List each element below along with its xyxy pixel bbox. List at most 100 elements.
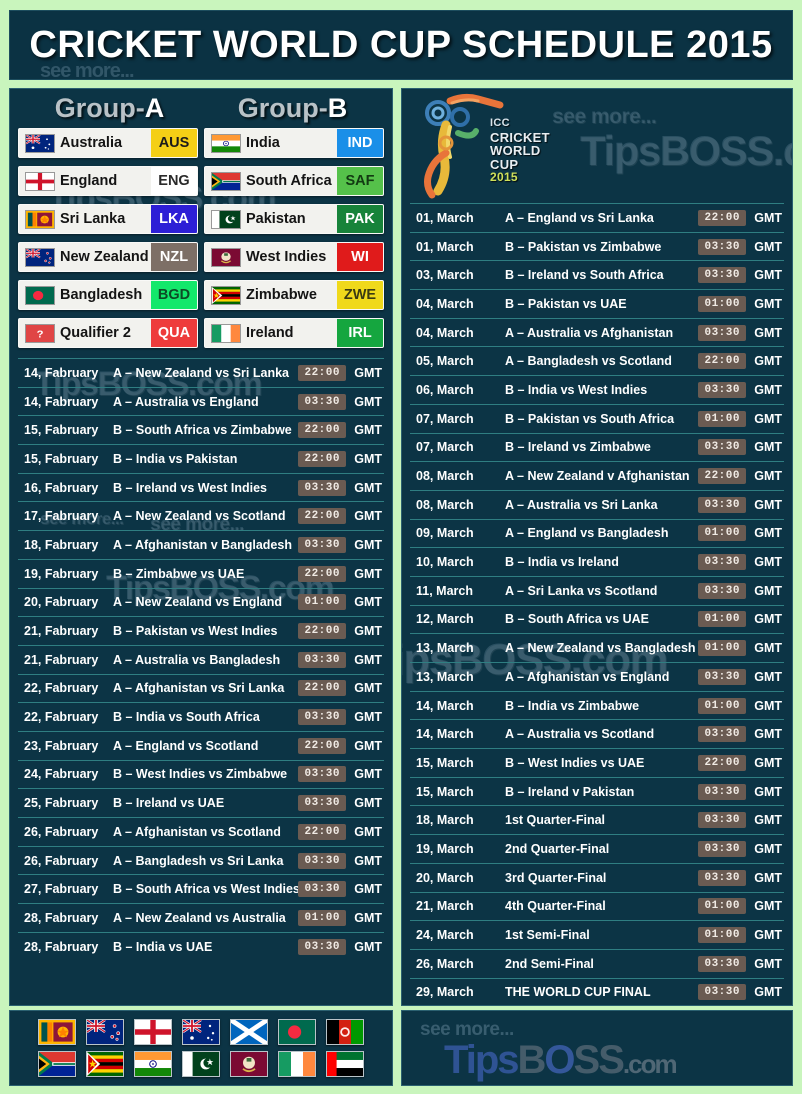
match-timezone: GMT	[754, 583, 782, 598]
team-row[interactable]: ? Qualifier 2 QUA	[18, 318, 198, 348]
match-timezone: GMT	[354, 710, 382, 725]
team-row[interactable]: Australia AUS	[18, 128, 198, 158]
team-row[interactable]: England ENG	[18, 166, 198, 196]
match-date: 12, March	[416, 612, 474, 627]
match-timezone: GMT	[754, 469, 782, 484]
team-row[interactable]: Sri Lanka LKA	[18, 204, 198, 234]
team-abbreviation-badge: PAK	[337, 205, 383, 233]
schedule-row: 21, Fabruary A – Australia vs Bangladesh 0…	[18, 644, 384, 674]
match-time-badge: 03:30	[698, 840, 746, 857]
team-row[interactable]: Pakistan PAK	[204, 204, 384, 234]
group-headers: Group-A Group-B	[10, 89, 392, 124]
match-timezone: GMT	[354, 451, 382, 466]
match-timezone: GMT	[754, 440, 782, 455]
match-timezone: GMT	[754, 555, 782, 570]
match-timezone: GMT	[754, 985, 782, 1000]
match-date: 15, Fabruary	[24, 423, 99, 438]
match-timezone: GMT	[754, 382, 782, 397]
team-abbreviation-badge: IND	[337, 129, 383, 157]
match-fixture: B – Ireland vs Zimbabwe	[505, 440, 651, 455]
schedule-row: 22, Fabruary B – India vs South Africa 03:…	[18, 702, 384, 731]
match-fixture: B – South Africa vs UAE	[505, 612, 650, 627]
schedule-row: 14, Fabruary A – Australia vs England 03:3…	[18, 386, 384, 416]
match-timezone: GMT	[354, 738, 382, 753]
group-a-team-list: Australia AUS England ENG Sri Lanka LKA New Z…	[18, 128, 198, 356]
match-timezone: GMT	[354, 480, 382, 495]
team-row[interactable]: West Indies WI	[204, 242, 384, 272]
team-row[interactable]: India IND	[204, 128, 384, 158]
match-time-badge: 03:30	[698, 324, 746, 341]
westindies-flag-icon	[230, 1051, 268, 1077]
team-name: Bangladesh	[60, 287, 143, 303]
match-date: 04, March	[416, 296, 474, 311]
svg-text:?: ?	[37, 328, 44, 339]
match-date: 01, March	[416, 239, 474, 254]
match-date: 20, Fabruary	[24, 595, 99, 610]
team-lists: Australia AUS England ENG Sri Lanka LKA New Z…	[10, 124, 392, 356]
schedule-row: 01, March B – Pakistan vs Zimbabwe 03:30 GM…	[410, 231, 784, 261]
match-fixture: A – New Zealand v Afghanistan	[505, 469, 690, 484]
schedule-row: 09, March A – England vs Bangladesh 01:00 G…	[410, 518, 784, 548]
zimbabwe-flag-icon	[86, 1051, 124, 1077]
match-time-badge: 03:30	[698, 238, 746, 255]
match-time-badge: 03:30	[698, 496, 746, 513]
match-timezone: GMT	[354, 767, 382, 782]
flag-grid-row	[38, 1051, 364, 1077]
afghanistan-flag-icon	[326, 1019, 364, 1045]
match-time-badge: 01:00	[698, 697, 746, 714]
logo-line3: CUP	[490, 156, 519, 172]
page-title: CRICKET WORLD CUP SCHEDULE 2015	[29, 23, 773, 66]
match-time-badge: 03:30	[298, 651, 346, 668]
team-abbreviation-badge: QUA	[151, 319, 197, 347]
match-fixture: 1st Quarter-Final	[505, 813, 606, 828]
group-b-team-list: India IND South Africa SAF Pakistan PAK West I…	[204, 128, 384, 356]
team-row[interactable]: Ireland IRL	[204, 318, 384, 348]
srilanka-flag-icon	[25, 209, 55, 229]
schedule-row: 07, March B – Pakistan vs South Africa 01:…	[410, 403, 784, 433]
match-time-badge: 22:00	[698, 353, 746, 370]
match-time-badge: 01:00	[698, 898, 746, 915]
team-row[interactable]: South Africa SAF	[204, 166, 384, 196]
match-fixture: A – New Zealand vs Bangladesh	[505, 641, 696, 656]
team-abbreviation-badge: AUS	[151, 129, 197, 157]
match-fixture: A – Australia vs Sri Lanka	[505, 497, 658, 512]
match-fixture: 3rd Quarter-Final	[505, 870, 607, 885]
schedule-row: 15, March B – West Indies vs UAE 22:00 GMT	[410, 748, 784, 777]
match-fixture: B – West Indies vs Zimbabwe	[113, 767, 288, 782]
schedule-row: 14, March A – Australia vs Scotland 03:30 G…	[410, 719, 784, 748]
team-abbreviation-badge: ZWE	[337, 281, 383, 309]
team-row[interactable]: Bangladesh BGD	[18, 280, 198, 310]
team-row[interactable]: Zimbabwe ZWE	[204, 280, 384, 310]
match-time-badge: 03:30	[698, 381, 746, 398]
schedule-row: 06, March B – India vs West Indies 03:30 GM…	[410, 375, 784, 404]
flag-grid	[10, 1011, 392, 1085]
schedule-row: 05, March A – Bangladesh vs Scotland 22:00…	[410, 346, 784, 375]
match-timezone: GMT	[754, 727, 782, 742]
match-timezone: GMT	[354, 796, 382, 811]
match-timezone: GMT	[754, 899, 782, 914]
smiley-o-icon: O	[544, 1038, 575, 1082]
schedule-row: 26, March 2nd Semi-Final 03:30 GMT	[410, 948, 784, 978]
match-timezone: GMT	[754, 755, 782, 770]
groups-and-february-panel: TipsBOSS.com see more... TipsBOSS.com se…	[9, 88, 393, 1006]
schedule-row: 25, Fabruary B – Ireland vs UAE 03:30 GMT	[18, 788, 384, 817]
team-row[interactable]: New Zealand NZL	[18, 242, 198, 272]
match-fixture: B – Pakistan vs South Africa	[505, 411, 675, 426]
match-timezone: GMT	[754, 296, 782, 311]
match-date: 26, March	[416, 956, 474, 971]
schedule-row: 18, Fabruary A – Afghanistan v Bangladesh…	[18, 530, 384, 559]
match-fixture: B – India vs West Indies	[505, 382, 648, 397]
team-name: South Africa	[246, 173, 332, 189]
match-time-badge: 03:30	[298, 479, 346, 496]
pakistan-flag-icon	[182, 1051, 220, 1077]
match-time-badge: 01:00	[698, 611, 746, 628]
match-fixture: B – Ireland vs UAE	[113, 796, 225, 811]
match-date: 01, March	[416, 210, 474, 225]
match-date: 21, Fabruary	[24, 652, 99, 667]
schedule-row: 26, Fabruary A – Afghanistan vs Scotland 2…	[18, 817, 384, 846]
match-fixture: B – India vs Pakistan	[113, 451, 238, 466]
schedule-row: 19, Fabruary B – Zimbabwe vs UAE 22:00 GMT	[18, 558, 384, 588]
team-name: Sri Lanka	[60, 211, 126, 227]
match-fixture: A – Afghanistan vs Sri Lanka	[113, 681, 285, 696]
match-timezone: GMT	[354, 652, 382, 667]
